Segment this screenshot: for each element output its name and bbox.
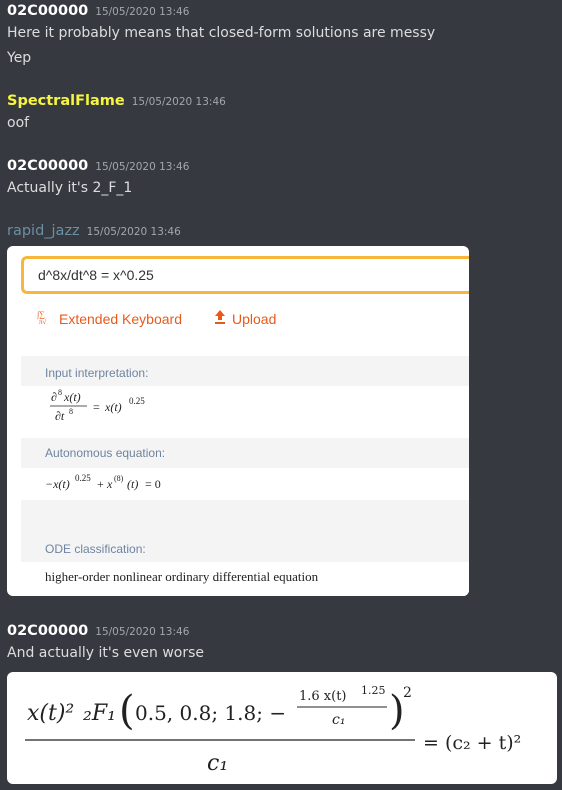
svg-text:(: ( [119, 688, 135, 734]
timestamp: 15/05/2020 13:46 [86, 226, 181, 238]
equation-image: ∂ 8 x(t) ∂t 8 = x(t) 0.25 [50, 388, 145, 423]
pod-ode-classification: ODE classification: [21, 542, 469, 556]
pod-input-interpretation-body: ∂ 8 x(t) ∂t 8 = x(t) 0.25 [21, 386, 469, 438]
upload-icon [214, 310, 226, 327]
svg-text:x(t): x(t) [104, 400, 122, 414]
message-group-3: 02C00000 15/05/2020 13:46 Actually it's … [7, 158, 189, 198]
svg-text:(8): (8) [114, 474, 124, 483]
message-text: And actually it's even worse [7, 645, 205, 661]
username[interactable]: rapid_jazz [7, 223, 80, 239]
message-text: Actually it's 2_F_1 [7, 180, 133, 196]
formula-inner-exp: 1.25 [361, 684, 386, 697]
svg-text:x(t): x(t) [63, 390, 81, 404]
svg-text:(t): (t) [127, 477, 138, 491]
username[interactable]: 02C00000 [7, 623, 88, 639]
svg-text:−x(t): −x(t) [45, 477, 70, 491]
pod-title: Autonomous equation: [45, 446, 166, 460]
timestamp: 15/05/2020 13:46 [95, 626, 190, 638]
formula-svg: x(t)² ₂F₁ ( 0.5, 0.8; 1.8; − 1.6 x(t) 1.… [25, 684, 521, 776]
svg-text:= 0: = 0 [145, 477, 161, 491]
pod-title: ODE classification: [45, 542, 146, 556]
pod-autonomous-equation-body: −x(t) 0.25 + x (8) (t) = 0 [21, 468, 469, 500]
wolfram-screenshot[interactable]: d^8x/dt^8 = x^0.25 ∫∑ π√ Extended Keyboa… [7, 246, 469, 596]
formula-outer-exp: 2 [403, 685, 412, 701]
message-group-5: 02C00000 15/05/2020 13:46 And actually i… [7, 623, 204, 663]
timestamp: 15/05/2020 13:46 [95, 161, 190, 173]
pod-autonomous-equation: Autonomous equation: [21, 446, 469, 460]
username[interactable]: 02C00000 [7, 158, 88, 174]
message-group-2: SpectralFlame 15/05/2020 13:46 oof [7, 93, 226, 133]
message-group-1: 02C00000 15/05/2020 13:46 Here it probab… [7, 3, 435, 68]
message-text: oof [7, 115, 30, 131]
pod-title: Input interpretation: [45, 366, 149, 380]
svg-text:8: 8 [69, 407, 73, 416]
message-text: Yep [7, 50, 32, 66]
wolfram-input-field[interactable]: d^8x/dt^8 = x^0.25 [21, 256, 469, 294]
formula-inner-num: 1.6 x(t) [299, 689, 347, 704]
svg-text:8: 8 [58, 388, 62, 397]
upload-label: Upload [231, 310, 277, 327]
formula-hypergeo: ₂F₁ [83, 701, 116, 726]
message-text: Here it probably means that closed-form … [7, 25, 436, 41]
extended-keyboard-button[interactable]: ∫∑ π√ Extended Keyboard [36, 309, 182, 328]
wolfram-results: Input interpretation: ∂ 8 x(t) ∂t 8 = x(… [21, 356, 469, 596]
pod-ode-classification-body: higher-order nonlinear ordinary differen… [21, 562, 469, 596]
upload-button[interactable]: Upload [214, 309, 276, 328]
svg-text:∂: ∂ [51, 390, 57, 404]
formula-args: 0.5, 0.8; 1.8; − [135, 701, 286, 725]
wolfram-toolbar: ∫∑ π√ Extended Keyboard Upload [36, 309, 276, 328]
svg-text:0.25: 0.25 [129, 396, 145, 406]
keyboard-icon: ∫∑ π√ [36, 309, 53, 328]
svg-text:0.25: 0.25 [75, 473, 91, 483]
svg-text:π√: π√ [39, 318, 47, 325]
username[interactable]: 02C00000 [7, 3, 88, 19]
username[interactable]: SpectralFlame [7, 93, 125, 109]
svg-text:∂t: ∂t [55, 409, 65, 423]
formula-denominator: c₁ [207, 751, 228, 776]
timestamp: 15/05/2020 13:46 [131, 96, 226, 108]
message-group-4: rapid_jazz 15/05/2020 13:46 [7, 223, 181, 241]
svg-text:+: + [97, 477, 104, 491]
extended-keyboard-label: Extended Keyboard [59, 310, 182, 327]
timestamp: 15/05/2020 13:46 [95, 6, 190, 18]
formula-image[interactable]: x(t)² ₂F₁ ( 0.5, 0.8; 1.8; − 1.6 x(t) 1.… [7, 672, 557, 784]
svg-text:=: = [93, 400, 100, 414]
pod-input-interpretation: Input interpretation: [21, 366, 469, 380]
formula-inner-den: c₁ [332, 712, 345, 728]
equation-image: −x(t) 0.25 + x (8) (t) = 0 [45, 473, 161, 491]
formula-rhs: = (c₂ + t)² [423, 732, 521, 754]
svg-text:x: x [106, 477, 113, 491]
formula-lhs: x(t)² [27, 701, 74, 726]
